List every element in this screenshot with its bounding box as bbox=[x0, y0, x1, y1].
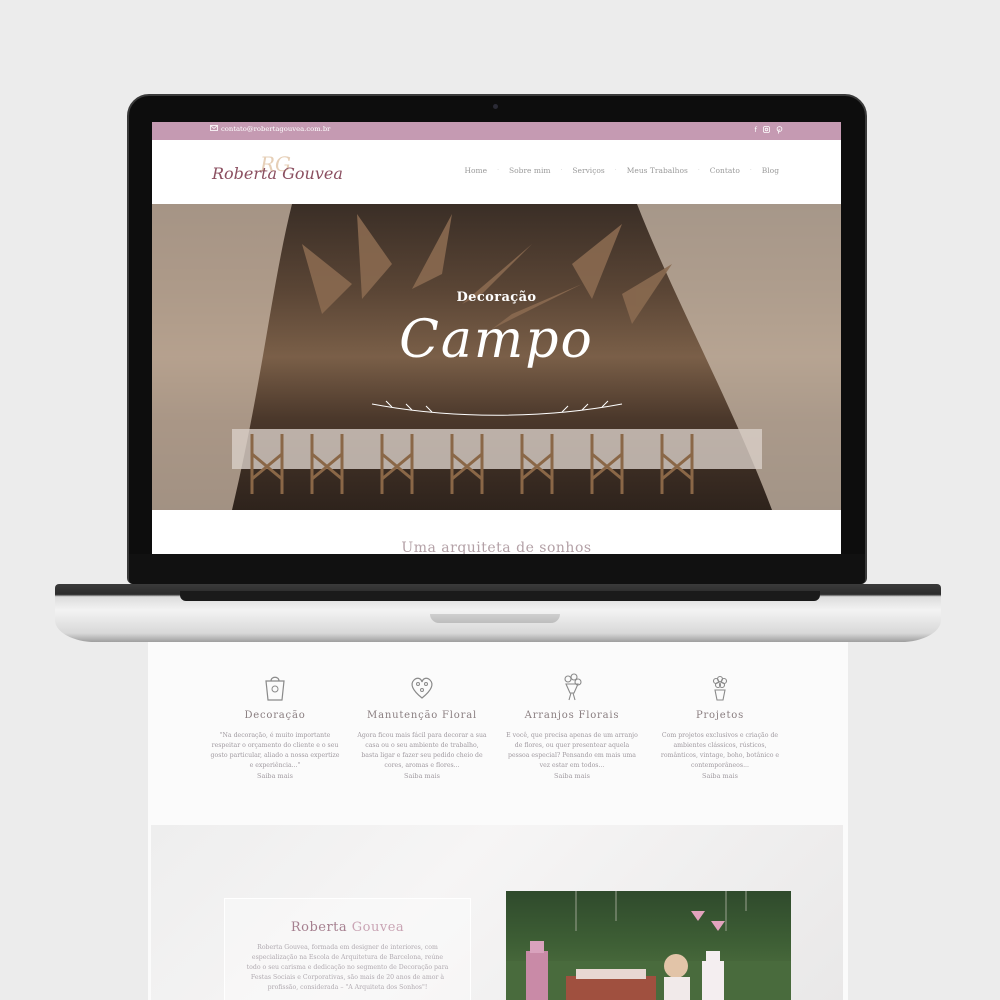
service-title: Decoração bbox=[244, 710, 306, 721]
about-text-box: Roberta Gouvea Roberta Gouvea, formada e… bbox=[224, 898, 471, 1000]
main-navigation: Home · Sobre mim · Serviços · Meus Traba… bbox=[464, 166, 779, 175]
camera-icon bbox=[493, 104, 498, 109]
pinterest-icon[interactable] bbox=[776, 126, 783, 139]
service-title: Manutenção Floral bbox=[367, 710, 477, 721]
saiba-mais-link[interactable]: Saiba mais bbox=[347, 772, 497, 780]
service-description: E você, que precisa apenas de um arranjo… bbox=[506, 732, 638, 769]
hero-title: Campo bbox=[399, 310, 594, 370]
about-title: Roberta Gouvea bbox=[290, 920, 405, 935]
about-description: Roberta Gouvea, formada em designer de i… bbox=[246, 944, 449, 991]
email-text: contato@robertagouvea.com.br bbox=[221, 125, 331, 133]
service-card-projetos[interactable]: Projetos Com projetos exclusivos e criaç… bbox=[645, 660, 795, 780]
service-card-manutencao-floral[interactable]: Manutenção Floral Agora ficou mais fácil… bbox=[347, 660, 497, 780]
logo-name: Roberta Gouvea bbox=[212, 164, 343, 183]
hero-banner: Decoração Campo bbox=[152, 204, 841, 510]
service-description: Agora ficou mais fácil para decorar a su… bbox=[357, 732, 487, 769]
email-contact[interactable]: contato@robertagouvea.com.br bbox=[210, 125, 330, 133]
nav-separator: · bbox=[560, 167, 563, 174]
gift-bag-icon bbox=[262, 672, 288, 702]
flower-pot-icon bbox=[707, 672, 733, 702]
laptop-opening-notch bbox=[430, 614, 560, 623]
laptop-screen: contato@robertagouvea.com.br f RG Robert… bbox=[152, 122, 841, 554]
about-section: Roberta Gouvea Roberta Gouvea, formada e… bbox=[151, 825, 843, 1000]
top-contact-bar: contato@robertagouvea.com.br f bbox=[152, 122, 841, 140]
nav-separator: · bbox=[614, 167, 617, 174]
instagram-icon[interactable] bbox=[763, 126, 770, 139]
service-description: Com projetos exclusivos e criação de ambi… bbox=[660, 732, 780, 769]
services-row: Decoração "Na decoração, é muito importa… bbox=[148, 660, 848, 800]
nav-item-sobre-mim[interactable]: Sobre mim bbox=[509, 166, 550, 175]
service-title: Arranjos Florais bbox=[524, 710, 620, 721]
site-logo[interactable]: RG Roberta Gouvea bbox=[212, 152, 343, 196]
hero-subtitle: Decoração bbox=[456, 290, 537, 305]
service-card-arranjos-florais[interactable]: Arranjos Florais E você, que precisa ape… bbox=[497, 660, 647, 780]
heart-wreath-icon bbox=[409, 672, 435, 702]
laptop-hinge bbox=[180, 591, 820, 601]
mail-icon bbox=[210, 125, 218, 133]
nav-item-servicos[interactable]: Serviços bbox=[572, 166, 604, 175]
laptop-bottom-bezel bbox=[129, 554, 865, 584]
saiba-mais-link[interactable]: Saiba mais bbox=[200, 772, 350, 780]
nav-item-meus-trabalhos[interactable]: Meus Trabalhos bbox=[627, 166, 688, 175]
service-title: Projetos bbox=[695, 710, 745, 721]
nav-item-home[interactable]: Home bbox=[464, 166, 487, 175]
site-header: RG Roberta Gouvea Home · Sobre mim · Ser… bbox=[152, 140, 841, 204]
bouquet-icon bbox=[559, 672, 585, 702]
saiba-mais-link[interactable]: Saiba mais bbox=[497, 772, 647, 780]
facebook-icon[interactable]: f bbox=[755, 126, 757, 139]
nav-item-contato[interactable]: Contato bbox=[710, 166, 740, 175]
saiba-mais-link[interactable]: Saiba mais bbox=[645, 772, 795, 780]
nav-separator: · bbox=[749, 167, 752, 174]
social-links: f bbox=[755, 126, 783, 139]
service-description: "Na decoração, é muito importante respeit… bbox=[210, 732, 340, 769]
service-card-decoracao[interactable]: Decoração "Na decoração, é muito importa… bbox=[200, 660, 350, 780]
nav-separator: · bbox=[697, 167, 700, 174]
section-title: Uma arquiteta de sonhos bbox=[401, 540, 592, 554]
nav-item-blog[interactable]: Blog bbox=[762, 166, 779, 175]
nav-separator: · bbox=[497, 167, 499, 174]
about-photo bbox=[506, 891, 791, 1000]
